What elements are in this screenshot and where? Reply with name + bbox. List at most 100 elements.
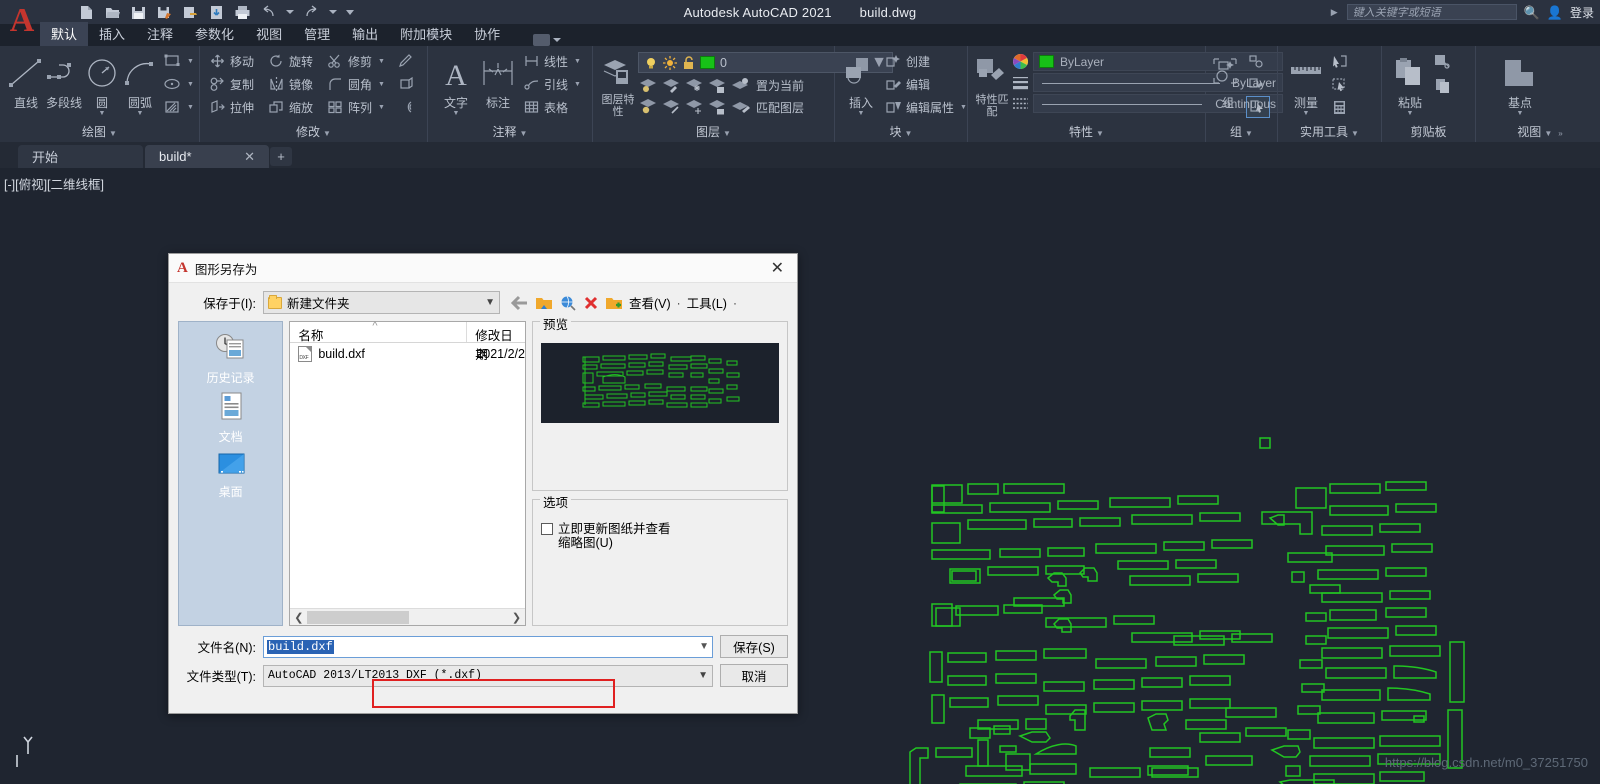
place-desktop[interactable]: 桌面 (214, 450, 248, 500)
color-wheel-icon[interactable] (1012, 53, 1029, 70)
match-layer-label[interactable]: 匹配图层 (756, 99, 804, 116)
column-header-name[interactable]: 名称 ^ (290, 320, 468, 343)
ribbon-panel-clipboard-title[interactable]: 剪贴板 (1382, 123, 1475, 140)
ribbon-panel-view-title[interactable]: 视图 ▼» (1480, 123, 1600, 140)
file-list-hscrollbar[interactable]: ❮ ❯ (290, 608, 525, 625)
redo-icon[interactable] (303, 4, 320, 21)
ribbon-tab-annotate[interactable]: 注释 (136, 22, 184, 46)
layer-on-icon[interactable] (638, 97, 660, 117)
set-current-layer-icon[interactable] (730, 75, 752, 95)
layer-freeze-icon[interactable] (684, 75, 706, 95)
linetype-combo[interactable]: Continuous (1033, 94, 1283, 113)
ribbon-panel-block-title[interactable]: 块 ▼ (835, 123, 967, 140)
update-thumbnail-checkbox[interactable] (541, 523, 553, 535)
linewidth-icon[interactable] (1012, 74, 1029, 91)
ribbon-tab-insert[interactable]: 插入 (88, 22, 136, 46)
annotation-dimension-button[interactable]: 标注 (477, 50, 519, 118)
ribbon-panel-modify-title[interactable]: 修改 ▼ (200, 123, 427, 140)
undo-icon[interactable] (260, 4, 277, 21)
chevron-down-icon[interactable]: ▼ (99, 110, 106, 117)
draw-hatch-button[interactable]: ▼ (161, 96, 198, 118)
print-icon[interactable] (234, 4, 251, 21)
save-in-combo[interactable]: 新建文件夹 ▼ (263, 291, 500, 314)
person-icon[interactable]: 👤 (1547, 6, 1563, 19)
scroll-left-icon[interactable]: ❮ (290, 611, 307, 624)
file-list[interactable]: 名称 ^ 修改日期 DXF build.dxf 2021/2/2 ❮ ❯ (289, 320, 526, 626)
file-name-input[interactable]: build.dxf ▼ (263, 635, 713, 658)
block-edit-button[interactable]: 编辑 (883, 73, 971, 95)
signin-label[interactable]: 登录 (1570, 4, 1594, 21)
view-menu-button[interactable]: 查看(V) (629, 293, 671, 312)
scroll-track[interactable] (307, 609, 508, 625)
cancel-button[interactable]: 取消 (720, 664, 788, 687)
ribbon-panel-draw-title[interactable]: 绘图 ▼ (0, 123, 199, 140)
draw-arc-button[interactable]: 圆弧 ▼ (121, 50, 159, 118)
ribbon-tab-default[interactable]: 默认 (40, 22, 89, 46)
modify-fillet-button[interactable]: 圆角 ▼ (325, 73, 389, 95)
select-all-button[interactable] (1329, 73, 1352, 95)
delete-x-icon[interactable] (583, 295, 599, 311)
ribbon-tab-parametric[interactable]: 参数化 (184, 22, 245, 46)
file-tab-build[interactable]: build* ✕ (145, 145, 269, 168)
modify-scale-button[interactable]: 缩放 (266, 96, 317, 118)
annotation-leader-button[interactable]: 引线 ▼ (521, 73, 585, 95)
infocenter-caret-icon[interactable]: ▶ (1331, 7, 1338, 18)
chevron-down-icon[interactable]: ▼ (485, 297, 495, 308)
draw-line-button[interactable]: 直线 (7, 50, 45, 118)
annotation-table-button[interactable]: 表格 (521, 96, 585, 118)
chevron-down-icon[interactable] (553, 38, 562, 42)
match-properties-button[interactable]: 特性匹配 (975, 50, 1009, 118)
sun-icon[interactable] (663, 55, 677, 70)
insert-block-button[interactable]: 插入 ▼ (842, 50, 880, 118)
search-web-icon[interactable] (559, 295, 577, 311)
draw-rectangle-button[interactable]: ▼ (161, 50, 198, 72)
block-create-button[interactable]: 创建 (883, 50, 971, 72)
file-tab-start[interactable]: 开始 (18, 145, 143, 168)
annotation-linear-button[interactable]: 线性 ▼ (521, 50, 585, 72)
ribbon-panel-annotation-title[interactable]: 注释 ▼ (428, 123, 592, 140)
save-button[interactable]: 保存(S) (720, 635, 788, 658)
open-folder-icon[interactable] (104, 4, 121, 21)
ribbon-workspace-switcher[interactable] (533, 34, 562, 46)
redo-dropdown-icon[interactable] (329, 10, 337, 14)
layer-unisolate-icon[interactable] (661, 97, 683, 117)
tools-menu-button[interactable]: 工具(L) (687, 293, 727, 312)
chevron-down-icon[interactable]: ▼ (1407, 110, 1414, 117)
chevron-down-icon[interactable]: ▼ (187, 58, 194, 65)
modify-array-button[interactable]: 阵列 ▼ (325, 96, 389, 118)
copy-clip-button[interactable] (1432, 74, 1456, 97)
customize-icon[interactable] (346, 9, 354, 15)
search-icon[interactable]: 🔍 (1524, 6, 1540, 19)
ribbon-tab-addins[interactable]: 附加模块 (389, 22, 463, 46)
draw-polyline-button[interactable]: 多段线 (45, 50, 83, 118)
modify-stretch-button[interactable]: 拉伸 (207, 96, 258, 118)
back-arrow-icon[interactable] (511, 295, 529, 311)
modify-rotate-button[interactable]: 旋转 (266, 50, 317, 72)
layer-unlock-icon[interactable] (707, 97, 729, 117)
column-header-date[interactable]: 修改日期 (467, 322, 525, 362)
modify-move-button[interactable]: 移动 (207, 50, 258, 72)
modify-copy-button[interactable]: 复制 (207, 73, 258, 95)
set-current-layer-label[interactable]: 置为当前 (756, 77, 804, 94)
layer-isolate-icon[interactable] (661, 75, 683, 95)
ribbon-panel-utilities-title[interactable]: 实用工具 ▼ (1278, 123, 1381, 140)
close-icon[interactable]: ✕ (766, 258, 789, 278)
place-documents[interactable]: 文档 (214, 391, 248, 445)
chevron-down-icon[interactable]: ▼ (698, 670, 708, 681)
modify-erase-button[interactable] (395, 50, 418, 72)
undo-dropdown-icon[interactable] (286, 10, 294, 14)
layer-lock-icon[interactable] (707, 75, 729, 95)
lightbulb-icon[interactable] (644, 56, 658, 70)
ribbon-tab-manage[interactable]: 管理 (293, 22, 341, 46)
overflow-menu[interactable]: · (733, 296, 737, 310)
cut-button[interactable] (1432, 50, 1456, 73)
ungroup-button[interactable] (1246, 50, 1270, 72)
layer-properties-button[interactable]: 图层特性 (600, 50, 636, 118)
save-icon[interactable] (130, 4, 147, 21)
search-input[interactable]: 键入关键字或短语 (1346, 4, 1517, 20)
quick-select-button[interactable] (1329, 50, 1352, 72)
file-type-combo[interactable]: AutoCAD 2013/LT2013 DXF (*.dxf) ▼ (263, 664, 713, 687)
table-row[interactable]: DXF build.dxf 2021/2/2 (290, 343, 525, 365)
linetype-icon[interactable] (1012, 95, 1029, 112)
chevron-down-icon[interactable]: ▼ (574, 81, 581, 88)
